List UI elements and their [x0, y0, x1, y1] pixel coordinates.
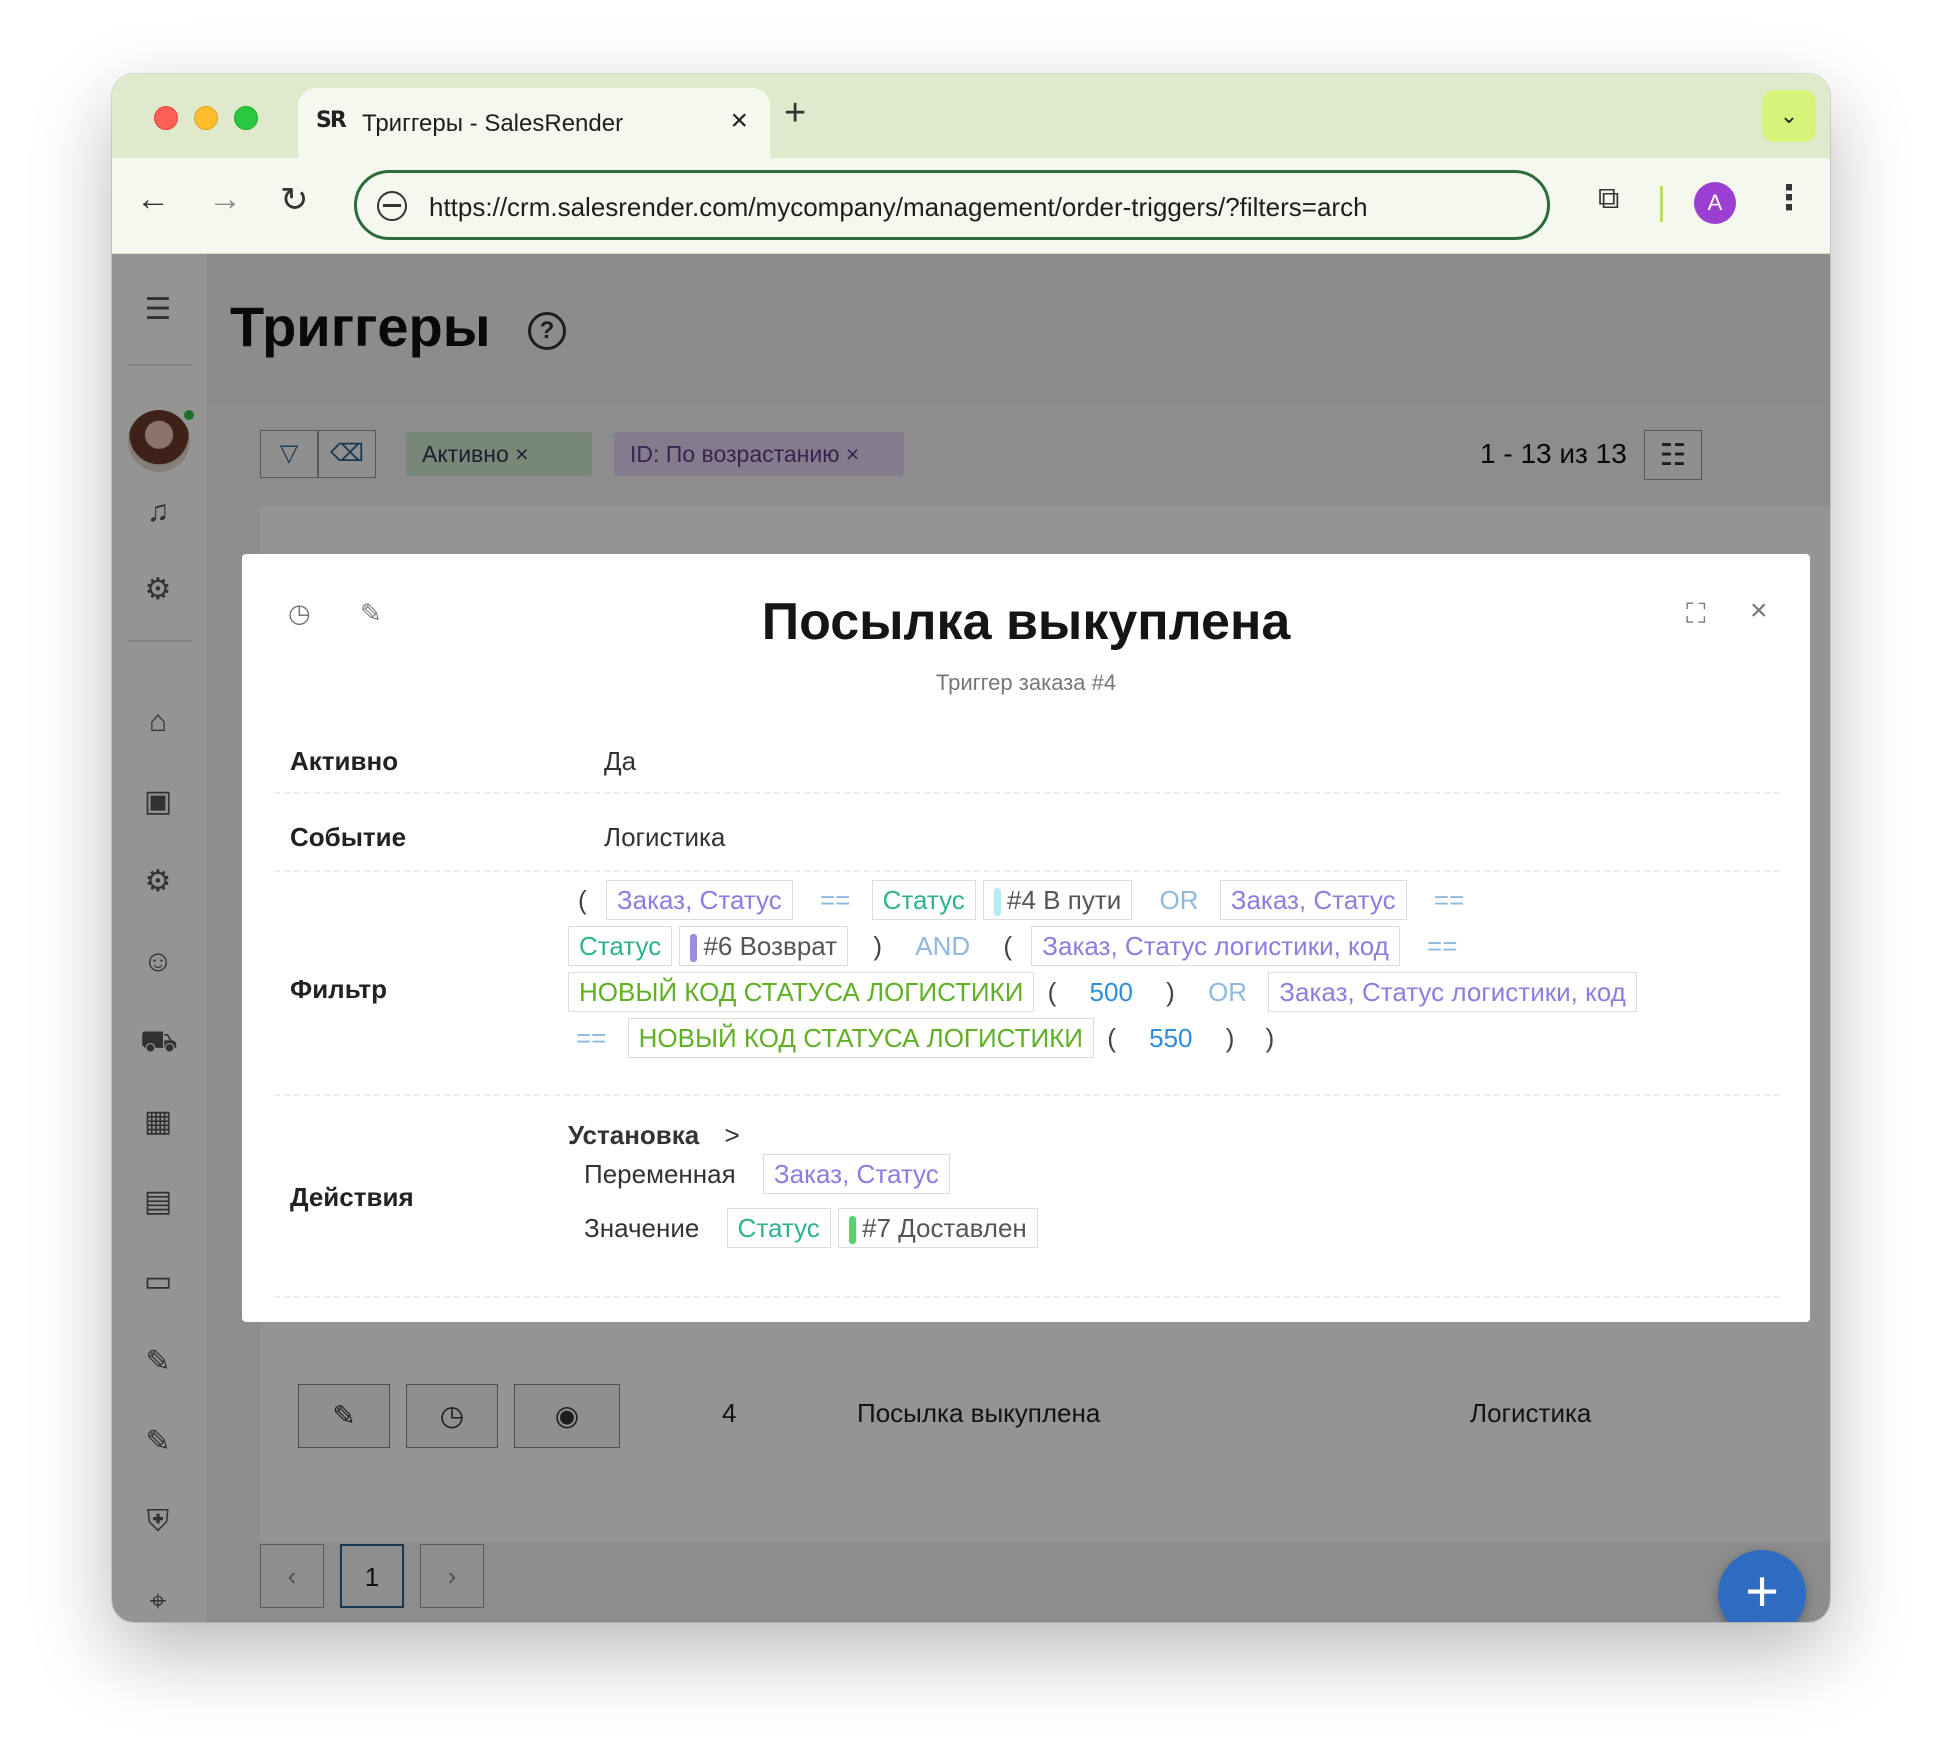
filter-line-4: == НОВЫЙ КОД СТАТУСА ЛОГИСТИКИ ( 550 ) ): [568, 1018, 1286, 1058]
close-window-button[interactable]: [154, 106, 178, 130]
filter-line-3: НОВЫЙ КОД СТАТУСА ЛОГИСТИКИ ( 500 ) OR З…: [568, 972, 1643, 1012]
filter-operator: OR: [1159, 885, 1199, 916]
filter-operator: ==: [576, 1023, 607, 1053]
filter-paren: ): [1166, 977, 1175, 1007]
filter-paren: (: [1107, 1023, 1116, 1053]
status-color-bar: [994, 888, 1002, 917]
filter-paren: ): [1265, 1023, 1275, 1053]
filter-paren: (: [578, 885, 587, 916]
status-color-bar: [848, 1216, 856, 1245]
filter-paren: ): [1225, 1023, 1235, 1053]
action-value-label: Значение: [584, 1212, 700, 1243]
filter-operator: ==: [819, 885, 851, 916]
modal-title: Посылка выкуплена: [761, 593, 1291, 651]
filter-status-text: #4 В пути: [1007, 885, 1122, 915]
minimize-window-button[interactable]: [194, 106, 218, 130]
chevron-right-icon[interactable]: >: [724, 1120, 739, 1150]
filter-operator: ==: [1427, 931, 1458, 962]
back-arrow-icon[interactable]: ←: [136, 180, 170, 219]
modal-subtitle: Триггер заказа #4: [935, 670, 1117, 695]
tab-strip: SR Триггеры - SalesRender × + ⌄: [112, 74, 1830, 158]
filter-token-variable: Заказ, Статус: [1219, 880, 1407, 921]
action-type-label: Установка: [568, 1120, 700, 1150]
forward-arrow-icon[interactable]: →: [208, 180, 242, 219]
tab-close-icon[interactable]: ×: [730, 104, 748, 138]
profile-avatar[interactable]: A: [1694, 182, 1736, 224]
action-type-header[interactable]: Установка >: [568, 1120, 740, 1151]
filter-paren: ): [873, 931, 882, 962]
filter-line-1: ( Заказ, Статус == Статус #4 В пути OR З…: [578, 880, 1478, 921]
address-bar[interactable]: https://crm.salesrender.com/mycompany/ma…: [354, 170, 1550, 240]
action-variable-token: Заказ, Статус: [762, 1154, 950, 1194]
trigger-details-modal: ◷ ✎ ⛶ × Посылка выкуплена Триггер заказа…: [242, 554, 1810, 1322]
new-tab-icon[interactable]: +: [784, 92, 806, 135]
event-value: Логистика: [604, 822, 726, 852]
active-label: Активно: [290, 746, 399, 776]
action-variable-label: Переменная: [584, 1158, 736, 1189]
browser-tab[interactable]: SR Триггеры - SalesRender ×: [298, 88, 770, 158]
active-value: Да: [604, 746, 637, 776]
filter-token-variable: Заказ, Статус логистики, код: [1031, 926, 1400, 967]
event-row: Событие Логистика: [274, 796, 1780, 872]
status-color-bar: [690, 934, 698, 963]
active-row: Активно Да: [274, 724, 1780, 794]
filter-line-2: Статус #6 Возврат ) AND ( Заказ, Статус …: [568, 926, 1471, 967]
maximize-window-button[interactable]: [234, 106, 258, 130]
filter-token-status: Статус: [871, 880, 976, 921]
extensions-puzzle-icon[interactable]: ⧉: [1598, 182, 1636, 220]
filter-token-status-value: #4 В пути: [983, 880, 1133, 921]
action-value: Значение Статус #7 Доставлен: [584, 1208, 1044, 1254]
filter-token-variable: Заказ, Статус: [605, 880, 793, 921]
filter-token-status-value: #6 Возврат: [679, 926, 849, 967]
action-value-status-token: Статус: [726, 1208, 831, 1249]
url-text[interactable]: https://crm.salesrender.com/mycompany/ma…: [429, 192, 1529, 223]
tab-menu-chevron-icon[interactable]: ⌄: [1762, 90, 1816, 142]
filter-token-status: Статус: [568, 926, 673, 967]
actions-row: Действия: [274, 1098, 1780, 1298]
filter-operator: AND: [915, 931, 971, 962]
event-label: Событие: [290, 822, 407, 852]
reload-icon[interactable]: ↻: [280, 180, 309, 220]
browser-toolbar: ← → ↻ https://crm.salesrender.com/mycomp…: [112, 158, 1830, 254]
filter-label: Фильтр: [290, 974, 388, 1004]
filter-status-text: #6 Возврат: [703, 931, 838, 961]
filter-number: 500: [1089, 977, 1133, 1007]
filter-token-variable: Заказ, Статус логистики, код: [1268, 972, 1637, 1012]
action-variable: Переменная Заказ, Статус: [584, 1154, 956, 1200]
action-value-status-item: #7 Доставлен: [837, 1208, 1038, 1249]
filter-paren: (: [1003, 931, 1013, 962]
filter-token-logistics-code: НОВЫЙ КОД СТАТУСА ЛОГИСТИКИ: [627, 1018, 1094, 1058]
filter-token-logistics-code: НОВЫЙ КОД СТАТУСА ЛОГИСТИКИ: [568, 972, 1035, 1012]
filter-paren: (: [1047, 977, 1057, 1007]
screenshot-stage: SR Триггеры - SalesRender × + ⌄ ← → ↻ ht…: [0, 0, 1940, 1758]
filter-number: 550: [1149, 1023, 1193, 1053]
filter-operator: OR: [1208, 977, 1248, 1007]
browser-menu-icon[interactable]: ⋮: [1772, 178, 1806, 218]
salesrender-logo: SR: [316, 108, 352, 138]
filter-operator: ==: [1433, 885, 1465, 916]
actions-label: Действия: [290, 1182, 414, 1212]
tab-title: Триггеры - SalesRender: [362, 110, 624, 137]
action-value-status-text: #7 Доставлен: [861, 1213, 1027, 1243]
toolbar-divider: [1660, 186, 1663, 222]
site-info-icon[interactable]: [377, 191, 407, 221]
